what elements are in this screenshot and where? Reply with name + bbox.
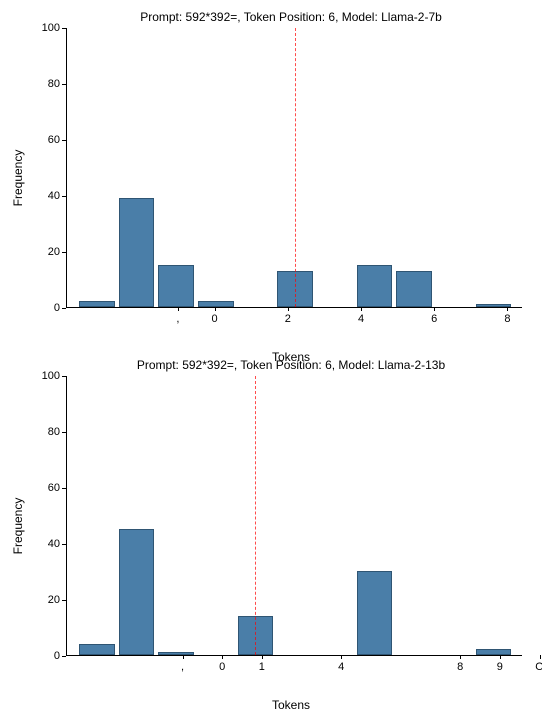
y-tick-label: 20: [48, 594, 60, 606]
x-tick-label: 4: [338, 661, 344, 673]
y-tick-label: 80: [48, 426, 60, 438]
x-tick-label: 2: [285, 313, 291, 325]
bar: [119, 529, 155, 655]
chart-title: Prompt: 592*392=, Token Position: 6, Mod…: [10, 10, 532, 24]
bar: [198, 301, 234, 307]
bar: [396, 271, 432, 307]
bar: [357, 571, 393, 655]
bar: [476, 304, 512, 307]
bar: [79, 644, 115, 655]
x-tick-label: 8: [504, 313, 510, 325]
y-tick-label: 0: [54, 302, 60, 314]
plot-area: ,01489Ot: [66, 376, 522, 656]
bar: [476, 649, 512, 655]
x-tick-label: 0: [211, 313, 217, 325]
bar: [158, 652, 194, 655]
x-tick-label: 1: [259, 661, 265, 673]
y-tick-label: 60: [48, 482, 60, 494]
reference-line: [295, 28, 296, 307]
y-tick-label: 60: [48, 134, 60, 146]
x-tick-label: 9: [497, 661, 503, 673]
bar: [158, 265, 194, 307]
x-tick-label: ,: [181, 661, 184, 673]
bar: [79, 301, 115, 307]
y-tick-label: 100: [42, 370, 60, 382]
y-tick-label: 0: [54, 650, 60, 662]
x-tick-label: ,: [176, 313, 179, 325]
x-tick-label: 0: [219, 661, 225, 673]
x-tick-label: 4: [358, 313, 364, 325]
chart-1: Prompt: 592*392=, Token Position: 6, Mod…: [10, 10, 532, 350]
x-tick-label: O: [535, 661, 542, 673]
x-axis-label: Tokens: [10, 698, 532, 712]
y-tick-label: 100: [42, 22, 60, 34]
bar: [119, 198, 155, 307]
plot-area: ,024689: [66, 28, 522, 308]
bar: [357, 265, 393, 307]
reference-line: [255, 376, 256, 655]
chart-title: Prompt: 592*392=, Token Position: 6, Mod…: [10, 358, 532, 372]
y-tick-label: 40: [48, 538, 60, 550]
chart-2: Prompt: 592*392=, Token Position: 6, Mod…: [10, 358, 532, 698]
y-tick-label: 40: [48, 190, 60, 202]
x-tick-label: 6: [431, 313, 437, 325]
x-tick-label: 8: [457, 661, 463, 673]
y-tick-label: 20: [48, 246, 60, 258]
y-tick-label: 80: [48, 78, 60, 90]
